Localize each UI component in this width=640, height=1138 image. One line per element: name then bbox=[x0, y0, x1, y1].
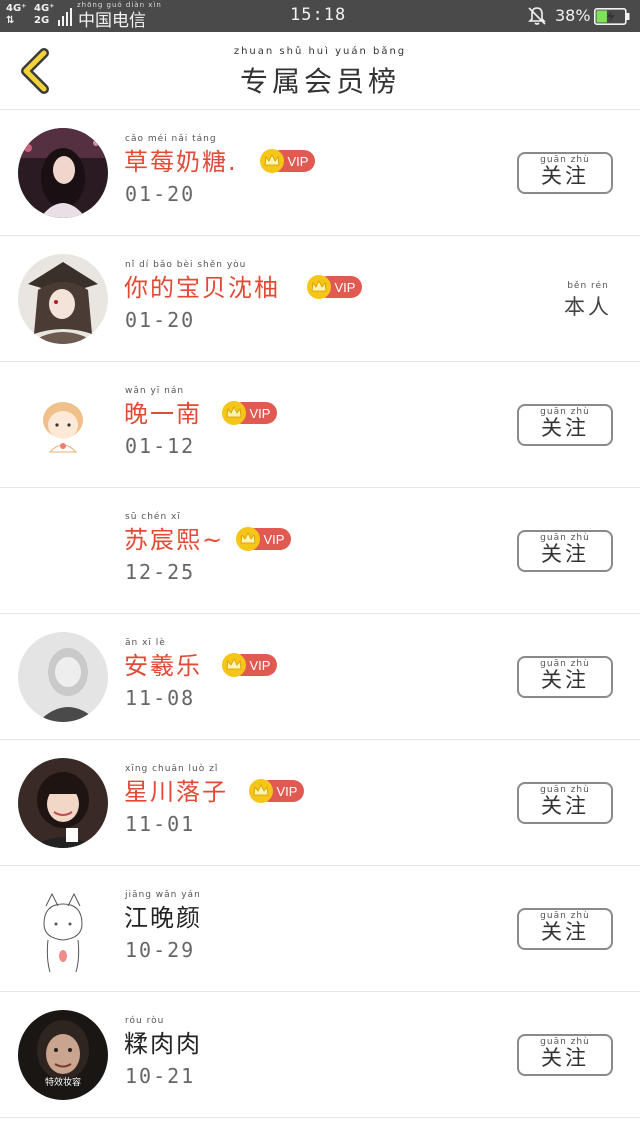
member-date: 01-20 bbox=[125, 308, 196, 332]
follow-label: 关注 bbox=[541, 542, 589, 566]
page-title-pinyin: zhuan shǔ huì yuán bǎng bbox=[233, 46, 407, 57]
member-row[interactable]: sū chén xī 苏宸熙~ VIP 12-25 guān zhù 关注 bbox=[0, 488, 640, 614]
member-date: 11-01 bbox=[125, 812, 196, 836]
sim1-data-arrows: ⇅ bbox=[6, 15, 15, 26]
member-row[interactable]: cǎo méi nǎi táng 草莓奶糖. VIP 01-20 guān zh… bbox=[0, 110, 640, 236]
avatar[interactable] bbox=[18, 632, 108, 722]
page-title: 专属会员榜 bbox=[239, 65, 400, 98]
member-row[interactable]: 特效妆容 róu ròu 糅肉肉 10-21 guān zhù 关注 bbox=[0, 992, 640, 1118]
avatar[interactable] bbox=[18, 884, 108, 974]
member-date: 10-29 bbox=[125, 938, 196, 962]
member-row[interactable]: nǐ dí bǎo bèi shěn yòu 你的宝贝沈柚 VIP 01-20 … bbox=[0, 236, 640, 362]
battery-icon bbox=[594, 8, 630, 25]
member-name: 晚一南 bbox=[124, 400, 202, 428]
follow-label: 关注 bbox=[541, 1046, 589, 1070]
battery-percent: 38% bbox=[555, 6, 591, 25]
member-date: 01-12 bbox=[125, 434, 196, 458]
member-row[interactable]: ān xī lè 安羲乐 VIP 11-08 guān zhù 关注 bbox=[0, 614, 640, 740]
vip-label: VIP bbox=[250, 658, 271, 673]
member-date: 11-08 bbox=[125, 686, 196, 710]
vip-label: VIP bbox=[250, 406, 271, 421]
member-row[interactable]: jiāng wǎn yán 江晚颜 10-29 guān zhù 关注 bbox=[0, 866, 640, 992]
self-text: 本人 bbox=[564, 295, 612, 319]
follow-button[interactable]: guān zhù 关注 bbox=[517, 152, 613, 194]
follow-button[interactable]: guān zhù 关注 bbox=[517, 404, 613, 446]
vip-label: VIP bbox=[335, 280, 356, 295]
follow-label: 关注 bbox=[541, 920, 589, 944]
avatar[interactable] bbox=[18, 254, 108, 344]
carrier-name: 中国电信 bbox=[78, 11, 146, 31]
avatar-caption: 特效妆容 bbox=[44, 1078, 81, 1088]
follow-label: 关注 bbox=[541, 794, 589, 818]
follow-button[interactable]: guān zhù 关注 bbox=[517, 530, 613, 572]
member-name: 你的宝贝沈柚 bbox=[124, 274, 280, 302]
mute-bell-icon bbox=[528, 7, 546, 25]
signal-bars-icon bbox=[58, 8, 72, 26]
member-name: 星川落子 bbox=[124, 778, 228, 806]
sim2-network-label: 4G⁺ bbox=[34, 3, 55, 14]
status-bar: 4G⁺ ⇅ 4G⁺ 2G zhōng guó diàn xìn 中国电信 15:… bbox=[0, 0, 640, 32]
follow-button[interactable]: guān zhù 关注 bbox=[517, 782, 613, 824]
member-name: 安羲乐 bbox=[124, 652, 202, 680]
sim1-network-label: 4G⁺ bbox=[6, 3, 27, 14]
vip-label: VIP bbox=[277, 784, 298, 799]
vip-badge: VIP bbox=[221, 400, 279, 426]
member-name: 草莓奶糖. bbox=[124, 148, 238, 176]
member-name: 糅肉肉 bbox=[124, 1030, 202, 1058]
header: zhuan shǔ huì yuán bǎng 专属会员榜 bbox=[0, 32, 640, 110]
follow-button[interactable]: guān zhù 关注 bbox=[517, 908, 613, 950]
avatar[interactable] bbox=[18, 758, 108, 848]
avatar[interactable] bbox=[18, 128, 108, 218]
vip-label: VIP bbox=[264, 532, 285, 547]
vip-label: VIP bbox=[288, 154, 309, 169]
vip-badge: VIP bbox=[259, 148, 317, 174]
follow-label: 关注 bbox=[541, 164, 589, 188]
follow-button[interactable]: guān zhù 关注 bbox=[517, 656, 613, 698]
vip-badge: VIP bbox=[306, 274, 364, 300]
self-label: běn rén 本人 bbox=[560, 281, 616, 321]
self-pinyin: běn rén bbox=[567, 281, 609, 291]
member-name: 江晚颜 bbox=[124, 904, 202, 932]
clock: 15:18 bbox=[290, 5, 347, 25]
follow-label: 关注 bbox=[541, 416, 589, 440]
sim2-signal: 4G⁺ 2G bbox=[34, 3, 54, 27]
member-date: 01-20 bbox=[125, 182, 196, 206]
sim1-signal: 4G⁺ ⇅ bbox=[6, 3, 26, 27]
member-list: cǎo méi nǎi táng 草莓奶糖. VIP 01-20 guān zh… bbox=[0, 110, 640, 1118]
follow-label: 关注 bbox=[541, 668, 589, 692]
avatar[interactable] bbox=[18, 380, 108, 470]
member-name: 苏宸熙~ bbox=[124, 526, 225, 554]
avatar[interactable] bbox=[18, 506, 108, 596]
vip-badge: VIP bbox=[221, 652, 279, 678]
member-row[interactable]: xīng chuān luò zǐ 星川落子 VIP 11-01 guān zh… bbox=[0, 740, 640, 866]
sim2-sub-label: 2G bbox=[34, 15, 50, 26]
member-row[interactable]: wǎn yī nán 晚一南 VIP 01-12 guān zhù 关注 bbox=[0, 362, 640, 488]
vip-badge: VIP bbox=[248, 778, 306, 804]
follow-button[interactable]: guān zhù 关注 bbox=[517, 1034, 613, 1076]
vip-badge: VIP bbox=[235, 526, 293, 552]
page-title-group: zhuan shǔ huì yuán bǎng 专属会员榜 bbox=[0, 46, 640, 100]
avatar[interactable]: 特效妆容 bbox=[18, 1010, 108, 1100]
member-date: 12-25 bbox=[125, 560, 196, 584]
member-date: 10-21 bbox=[125, 1064, 196, 1088]
